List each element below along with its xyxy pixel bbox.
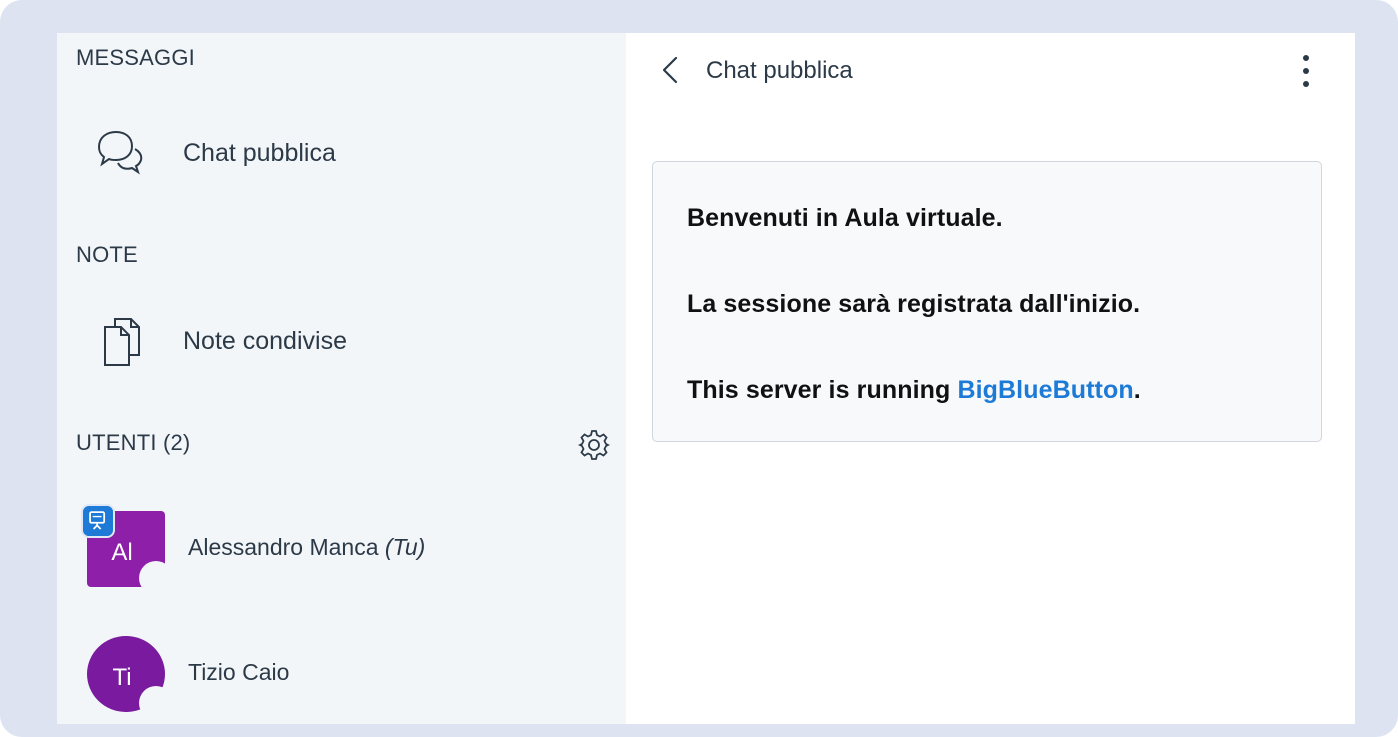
window-frame: MESSAGGI Chat pubblica NOTE Note condivi…: [0, 0, 1398, 737]
chat-title: Chat pubblica: [706, 57, 853, 84]
messages-section-title: MESSAGGI: [76, 45, 195, 70]
avatar: Ti: [87, 636, 173, 720]
welcome-message: Benvenuti in Aula virtuale. La sessione …: [652, 161, 1322, 442]
welcome-text: This server is running: [687, 376, 958, 404]
sidebar-item-label: Note condivise: [183, 327, 347, 355]
app-container: MESSAGGI Chat pubblica NOTE Note condivi…: [57, 33, 1355, 724]
users-section-title: UTENTI (2): [76, 430, 191, 455]
avatar-status-notch: [139, 686, 173, 720]
welcome-text: .: [1133, 376, 1141, 404]
user-item-alessandro[interactable]: Al Alessandro Manca (Tu): [57, 504, 626, 595]
user-name: Tizio Caio: [188, 659, 290, 685]
welcome-line: This server is running BigBlueButton.: [687, 376, 1141, 405]
sidebar-item-public-chat[interactable]: Chat pubblica: [71, 110, 626, 198]
vertical-dots-icon[interactable]: [1296, 51, 1316, 93]
you-tag: (Tu): [384, 534, 426, 560]
avatar-initials: Ti: [112, 664, 132, 691]
notes-section-title: NOTE: [76, 242, 138, 267]
gear-icon[interactable]: [576, 427, 612, 463]
chevron-left-icon[interactable]: [658, 55, 684, 85]
chat-panel: Chat pubblica Benvenuti in Aula virtuale…: [626, 33, 1355, 724]
avatar-status-notch: [139, 561, 173, 595]
sidebar-item-label: Chat pubblica: [183, 139, 336, 167]
documents-icon: [104, 318, 140, 366]
chat-header: Chat pubblica: [626, 33, 1355, 113]
avatar-initials: Al: [111, 539, 133, 566]
sidebar: MESSAGGI Chat pubblica NOTE Note condivi…: [57, 33, 626, 724]
user-name-text: Alessandro Manca: [188, 534, 379, 560]
user-name: Alessandro Manca (Tu): [188, 534, 425, 561]
welcome-line: Benvenuti in Aula virtuale.: [687, 204, 1003, 232]
user-item-tizio[interactable]: Ti Tizio Caio: [57, 629, 626, 720]
chat-bubbles-icon: [97, 130, 143, 175]
welcome-line: La sessione sarà registrata dall'inizio.: [687, 290, 1141, 318]
bigbluebutton-link[interactable]: BigBlueButton: [957, 376, 1133, 404]
sidebar-item-shared-notes[interactable]: Note condivise: [71, 298, 626, 386]
presentation-board-icon: [81, 504, 115, 538]
